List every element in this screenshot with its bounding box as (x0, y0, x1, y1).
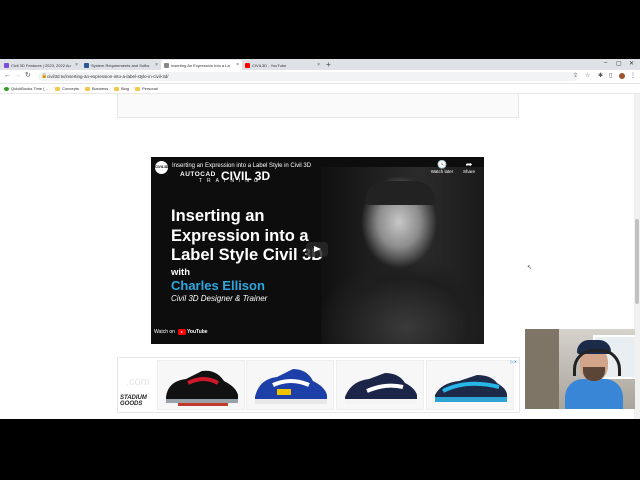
bookmark-concepts[interactable]: Concepts (55, 85, 79, 92)
url-text: civil3d.tv/inserting-an-expression-into-… (47, 74, 169, 79)
presenter-role: Civil 3D Designer & Trainer (171, 294, 268, 303)
ad-banner[interactable]: .com STADIUM GOODS ▷✕ (117, 357, 520, 413)
youtube-icon (245, 62, 250, 68)
watch-later-button[interactable]: 🕓 Watch later (430, 161, 454, 175)
folder-icon (55, 86, 60, 91)
minimize-icon[interactable]: – (604, 60, 607, 66)
ad-product-shoe-2[interactable] (246, 360, 334, 410)
close-window-icon[interactable]: ✕ (629, 60, 634, 67)
bookmarks-bar: QuickBooks Time (… Concepts Business Blo… (0, 84, 640, 94)
channel-logo[interactable]: CIVIL3D (155, 161, 168, 174)
sneaker-icon (435, 375, 507, 402)
presenter-hair (365, 181, 435, 205)
youtube-play-icon (177, 329, 186, 335)
mouse-cursor-icon: ↖ (527, 265, 533, 271)
ad-choices-icon[interactable]: ▷✕ (511, 359, 517, 364)
bookmark-blog[interactable]: Blog (114, 85, 129, 92)
webcam-person-shirt (565, 379, 623, 409)
maximize-icon[interactable]: ▢ (616, 60, 622, 67)
reload-icon[interactable]: ↻ (25, 72, 31, 80)
ad-product-shoe-1[interactable] (157, 360, 245, 410)
sneaker-icon (345, 373, 417, 404)
tab-youtube[interactable]: CIVIL3D - YouTube × (242, 60, 323, 70)
folder-icon (85, 86, 90, 91)
share-arrow-icon: ➦ (465, 160, 473, 169)
presenter-name: Charles Ellison (171, 278, 265, 293)
close-tab-icon[interactable]: × (155, 62, 158, 68)
stadium-goods-logo: STADIUM GOODS (120, 395, 147, 407)
content-card (117, 94, 519, 118)
headset-icon (573, 349, 621, 376)
webcam-background-shelf (525, 329, 559, 409)
folder-icon (114, 86, 119, 91)
autodesk-icon (84, 62, 89, 68)
play-button[interactable] (306, 242, 328, 257)
ad-logo[interactable]: .com STADIUM GOODS (118, 358, 156, 412)
bookmark-quickbooks[interactable]: QuickBooks Time (… (4, 85, 49, 92)
brand-training: TRAINING (199, 178, 263, 184)
sidebar-icon[interactable]: ▯ (609, 73, 612, 80)
toolbar: ← → ↻ 🔒 civil3d.tv/inserting-an-expressi… (0, 70, 640, 84)
webcam-overlay (525, 329, 635, 409)
bookmark-personal[interactable]: Personal (135, 85, 158, 92)
page-icon (164, 62, 169, 68)
back-icon[interactable]: ← (4, 72, 11, 80)
tab-civil3d-features[interactable]: Civil 3D Features | 2023, 2022 Au × (1, 60, 81, 70)
sneaker-icon (255, 369, 327, 404)
new-tab-button[interactable]: + (326, 60, 331, 69)
folder-icon (135, 86, 140, 91)
menu-icon[interactable]: ⋮ (630, 73, 636, 80)
bookmark-star-icon[interactable]: ☆ (585, 73, 590, 80)
brand-autocad: AUTOCAD (180, 171, 216, 178)
share-icon[interactable]: ⇪ (573, 73, 578, 80)
watch-on-youtube-link[interactable]: Watch on YouTube (154, 329, 208, 335)
close-tab-icon[interactable]: × (75, 62, 78, 68)
tab-inserting-expression[interactable]: Inserting An Expression Into a La × (161, 60, 242, 70)
forward-icon[interactable]: → (14, 72, 21, 80)
share-button[interactable]: ➦ Share (457, 161, 481, 175)
quickbooks-icon (4, 86, 9, 91)
with-label: with (171, 267, 190, 278)
autodesk-icon (4, 62, 9, 68)
close-tab-icon[interactable]: × (236, 62, 239, 68)
close-tab-icon[interactable]: × (317, 62, 320, 68)
tab-system-requirements[interactable]: System Requirements and Softw × (81, 60, 161, 70)
tab-strip: Civil 3D Features | 2023, 2022 Au × Syst… (0, 59, 640, 70)
scrollbar-thumb[interactable] (635, 219, 639, 304)
address-bar[interactable]: 🔒 civil3d.tv/inserting-an-expression-int… (38, 72, 578, 81)
youtube-embed[interactable]: CIVIL3D Inserting an Expression into a L… (151, 157, 484, 344)
bookmark-business[interactable]: Business (85, 85, 108, 92)
ad-product-shoe-4[interactable] (426, 360, 514, 410)
extensions-icon[interactable]: ✱ (598, 73, 603, 80)
sneaker-icon (166, 370, 238, 406)
avatar[interactable] (619, 73, 625, 79)
ad-product-shoe-3[interactable] (336, 360, 424, 410)
clock-icon: 🕓 (437, 160, 447, 169)
